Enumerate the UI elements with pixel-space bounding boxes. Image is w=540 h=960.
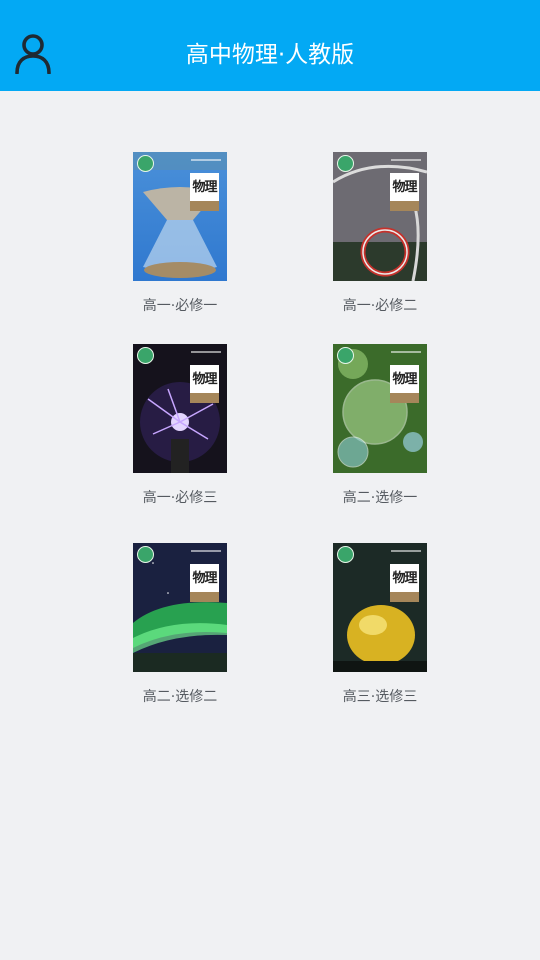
- publisher-emblem-icon: [337, 546, 354, 563]
- book-label: 高二·选修一: [342, 490, 418, 506]
- publisher-emblem-icon: [137, 347, 154, 364]
- book-label: 高一·必修三: [142, 490, 218, 506]
- book-cover-4: 物理: [333, 344, 427, 473]
- book-label: 高二·选修二: [142, 689, 218, 705]
- book-label: 高一·必修二: [342, 298, 418, 314]
- book-item-5[interactable]: 物理 高二·选修二: [115, 543, 245, 713]
- book-item-6[interactable]: 物理 高三·选修三: [315, 543, 445, 713]
- book-label: 高一·必修一: [142, 298, 218, 314]
- cover-title-badge: 物理: [190, 564, 219, 602]
- book-cover-1: 物理: [133, 152, 227, 281]
- cover-title-badge: 物理: [390, 564, 419, 602]
- book-cover-5: 物理: [133, 543, 227, 672]
- book-cover-3: 物理: [133, 344, 227, 473]
- cover-title-badge: 物理: [190, 173, 219, 211]
- book-item-4[interactable]: 物理 高二·选修一: [315, 344, 445, 514]
- publisher-emblem-icon: [137, 155, 154, 172]
- book-label: 高三·选修三: [342, 689, 418, 705]
- page-title: 高中物理·人教版: [185, 42, 355, 68]
- cover-title-badge: 物理: [390, 173, 419, 211]
- cover-title-badge: 物理: [190, 365, 219, 403]
- book-item-1[interactable]: 物理 高一·必修一: [115, 152, 245, 322]
- book-cover-2: 物理: [333, 152, 427, 281]
- cover-title-badge: 物理: [390, 365, 419, 403]
- book-cover-6: 物理: [333, 543, 427, 672]
- book-item-2[interactable]: 物理 高一·必修二: [315, 152, 445, 322]
- publisher-emblem-icon: [337, 155, 354, 172]
- app-header: 高中物理·人教版: [0, 0, 540, 91]
- book-item-3[interactable]: 物理 高一·必修三: [115, 344, 245, 514]
- publisher-emblem-icon: [137, 546, 154, 563]
- publisher-emblem-icon: [337, 347, 354, 364]
